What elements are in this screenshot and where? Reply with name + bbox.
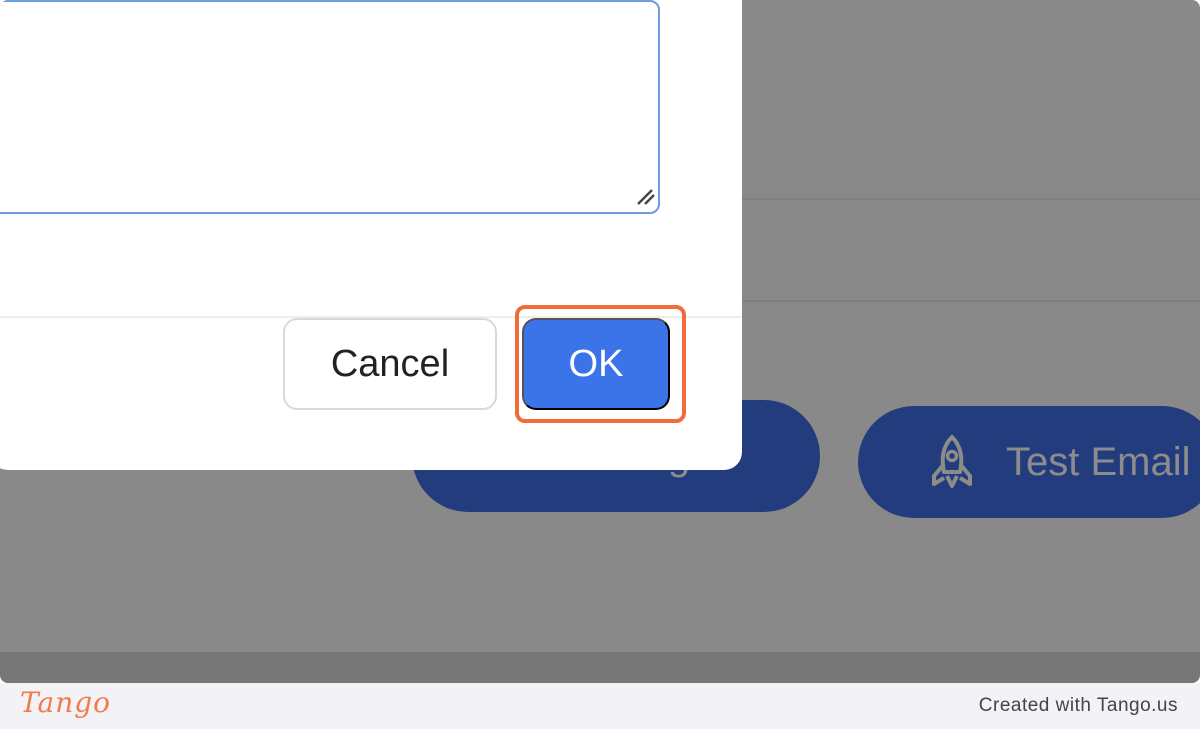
screenshot-frame: Save Changes Test Email Cancel OK	[0, 0, 1200, 683]
click-highlight	[515, 305, 686, 423]
credit-text: Created with Tango.us	[978, 695, 1178, 716]
comment-textarea[interactable]	[0, 0, 660, 214]
tango-logo: Tango	[20, 686, 112, 719]
resize-grip-icon[interactable]	[636, 186, 658, 206]
footer-bar: Tango Created with Tango.us	[0, 683, 1200, 729]
cancel-button[interactable]: Cancel	[283, 318, 497, 410]
